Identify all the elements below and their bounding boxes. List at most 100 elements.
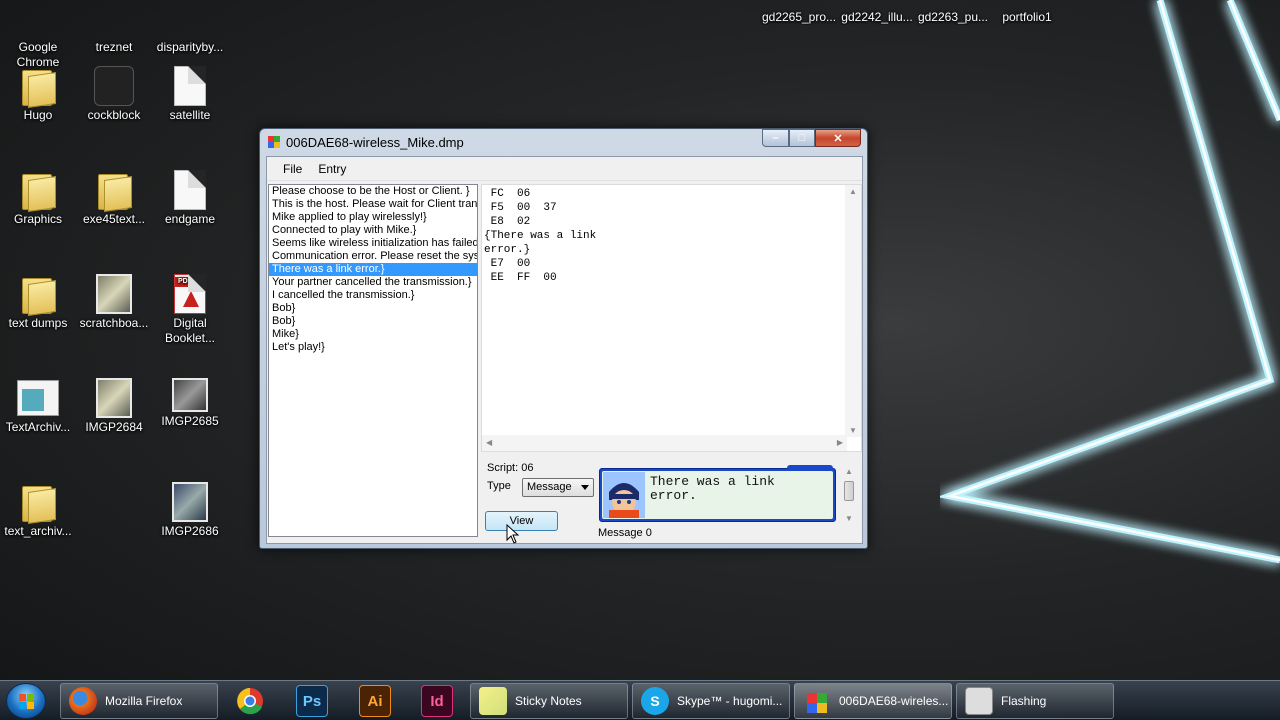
window-client: File Entry Please choose to be the Host …: [266, 156, 863, 544]
entry-list-item[interactable]: This is the host. Please wait for Client…: [269, 198, 477, 211]
scroll-right-icon[interactable]: ▶: [837, 438, 843, 447]
desktop-icon-treznet[interactable]: treznet: [76, 0, 152, 55]
taskbar-sticky-notes[interactable]: Sticky Notes: [470, 683, 628, 719]
folder-icon: [18, 170, 58, 212]
scroll-up-icon[interactable]: ▲: [845, 467, 853, 476]
taskbar: Mozilla Firefox Ps Ai Id Sticky Notes S …: [0, 680, 1280, 720]
window-title: 006DAE68-wireless_Mike.dmp: [286, 134, 464, 150]
photoshop-icon: Ps: [302, 692, 322, 710]
script-horizontal-scrollbar[interactable]: ◀ ▶: [482, 435, 847, 451]
preview-scrollbar[interactable]: ▲ ▼: [842, 467, 857, 523]
taskbar-photoshop[interactable]: Ps: [296, 685, 328, 717]
script-line: E7 00: [484, 258, 531, 270]
desktop-icon-text-archiv[interactable]: text_archiv...: [0, 480, 76, 539]
sticky-notes-icon: [479, 687, 507, 715]
desktop-icon-satellite[interactable]: satellite: [152, 64, 228, 123]
app-icon: [803, 687, 831, 715]
entry-list-item[interactable]: Mike}: [269, 328, 477, 341]
windows-logo-icon: [19, 694, 34, 709]
menu-entry[interactable]: Entry: [310, 159, 354, 179]
star-glow-decoration: [940, 0, 1280, 564]
scroll-up-icon[interactable]: ▲: [849, 187, 857, 196]
image-icon: [96, 378, 132, 418]
minimize-button[interactable]: –: [762, 129, 789, 147]
desktop-icon-graphics[interactable]: Graphics: [0, 168, 76, 227]
type-select[interactable]: Message: [522, 478, 594, 497]
entry-list-item[interactable]: I cancelled the transmission.}: [269, 289, 477, 302]
desktop-icon-portfolio1[interactable]: portfolio1: [988, 10, 1066, 25]
image-icon: [172, 482, 208, 522]
scroll-down-icon[interactable]: ▼: [849, 426, 857, 435]
entry-list-item[interactable]: There was a link error.}: [269, 263, 477, 276]
preview-text: There was a link error.: [650, 474, 775, 503]
view-button[interactable]: View: [485, 511, 558, 531]
desktop-icon-exe45text[interactable]: exe45text...: [76, 168, 152, 227]
entry-list-item[interactable]: Please choose to be the Host or Client. …: [269, 185, 477, 198]
script-label: Script: 06: [487, 462, 534, 474]
desktop-icon-cockblock[interactable]: cockblock: [76, 64, 152, 123]
taskbar-chrome[interactable]: [234, 685, 266, 717]
taskbar-skype[interactable]: S Skype™ - hugomi...: [632, 683, 790, 719]
desktop-icon-imgp2684[interactable]: IMGP2684: [76, 376, 152, 435]
desktop-icon-imgp2686[interactable]: IMGP2686: [152, 480, 228, 539]
desktop-icon-gd2263[interactable]: gd2263_pu...: [914, 10, 992, 25]
character-portrait: [603, 472, 645, 518]
desktop-icon-digital-booklet[interactable]: PDF Digital Booklet...: [152, 272, 228, 346]
message-label: Message 0: [598, 527, 652, 539]
desktop-icon-disparityby[interactable]: disparityby...: [152, 0, 228, 55]
folder-icon: [94, 170, 134, 212]
entry-list-item[interactable]: Let's play!}: [269, 341, 477, 354]
entry-list-item[interactable]: Your partner cancelled the transmission.…: [269, 276, 477, 289]
image-icon: [172, 378, 208, 412]
application-icon: [17, 380, 59, 416]
taskbar-flashing[interactable]: Flashing: [956, 683, 1114, 719]
image-icon: [96, 274, 132, 314]
illustrator-icon: Ai: [367, 692, 383, 710]
chrome-icon: [16, 0, 60, 36]
desktop-icon-gd2265[interactable]: gd2265_pro...: [760, 10, 838, 25]
entry-list-item[interactable]: Mike applied to play wirelessly!}: [269, 211, 477, 224]
menu-file[interactable]: File: [275, 159, 310, 179]
window-titlebar[interactable]: 006DAE68-wireless_Mike.dmp – □ ✕: [260, 129, 867, 155]
script-editor[interactable]: FC 06 F5 00 37 E8 02 {There was a link err…: [481, 184, 862, 452]
preview-scroll-thumb[interactable]: [844, 481, 854, 501]
start-button[interactable]: [6, 683, 46, 719]
entry-list-item[interactable]: Bob}: [269, 302, 477, 315]
entry-list-item[interactable]: Bob}: [269, 315, 477, 328]
entry-list-item[interactable]: Communication error. Please reset the sy…: [269, 250, 477, 263]
folder-icon: [18, 482, 58, 524]
desktop-icon-scratchboa[interactable]: scratchboa...: [76, 272, 152, 331]
desktop-icon-text-dumps[interactable]: text dumps: [0, 272, 76, 331]
desktop-icon-gd2242[interactable]: gd2242_illu...: [838, 10, 916, 25]
maximize-button[interactable]: □: [789, 129, 815, 147]
entry-list-item[interactable]: Connected to play with Mike.}: [269, 224, 477, 237]
taskbar-indesign[interactable]: Id: [421, 685, 453, 717]
taskbar-dmp-editor[interactable]: 006DAE68-wireles...: [794, 683, 952, 719]
menu-bar: File Entry: [267, 157, 862, 181]
close-button[interactable]: ✕: [815, 129, 861, 147]
folder-icon: [18, 274, 58, 316]
script-line: {There was a link: [484, 230, 597, 242]
entry-list[interactable]: Please choose to be the Host or Client. …: [268, 184, 478, 537]
script-line: FC 06: [484, 188, 531, 200]
script-line: F5 00 37: [484, 202, 557, 214]
script-line: EE FF 00: [484, 272, 557, 284]
desktop-icon-hugo[interactable]: Hugo: [0, 64, 76, 123]
type-select-value: Message: [527, 481, 572, 493]
document-icon: [174, 170, 206, 210]
type-label: Type: [487, 480, 511, 492]
folder-icon: [18, 66, 58, 108]
script-line: E8 02: [484, 216, 531, 228]
desktop-icon-google-chrome[interactable]: Google Chrome: [0, 0, 76, 70]
desktop-icon-textarchiv[interactable]: TextArchiv...: [0, 376, 76, 435]
entry-list-item[interactable]: Seems like wireless initialization has f…: [269, 237, 477, 250]
script-vertical-scrollbar[interactable]: ▲ ▼: [845, 185, 861, 437]
desktop-icon-endgame[interactable]: endgame: [152, 168, 228, 227]
scroll-left-icon[interactable]: ◀: [486, 438, 492, 447]
document-icon: [174, 66, 206, 106]
desktop-icon-imgp2685[interactable]: IMGP2685: [152, 376, 228, 429]
taskbar-firefox[interactable]: Mozilla Firefox: [60, 683, 218, 719]
app-icon: [268, 136, 280, 148]
taskbar-illustrator[interactable]: Ai: [359, 685, 391, 717]
scroll-down-icon[interactable]: ▼: [845, 514, 853, 523]
